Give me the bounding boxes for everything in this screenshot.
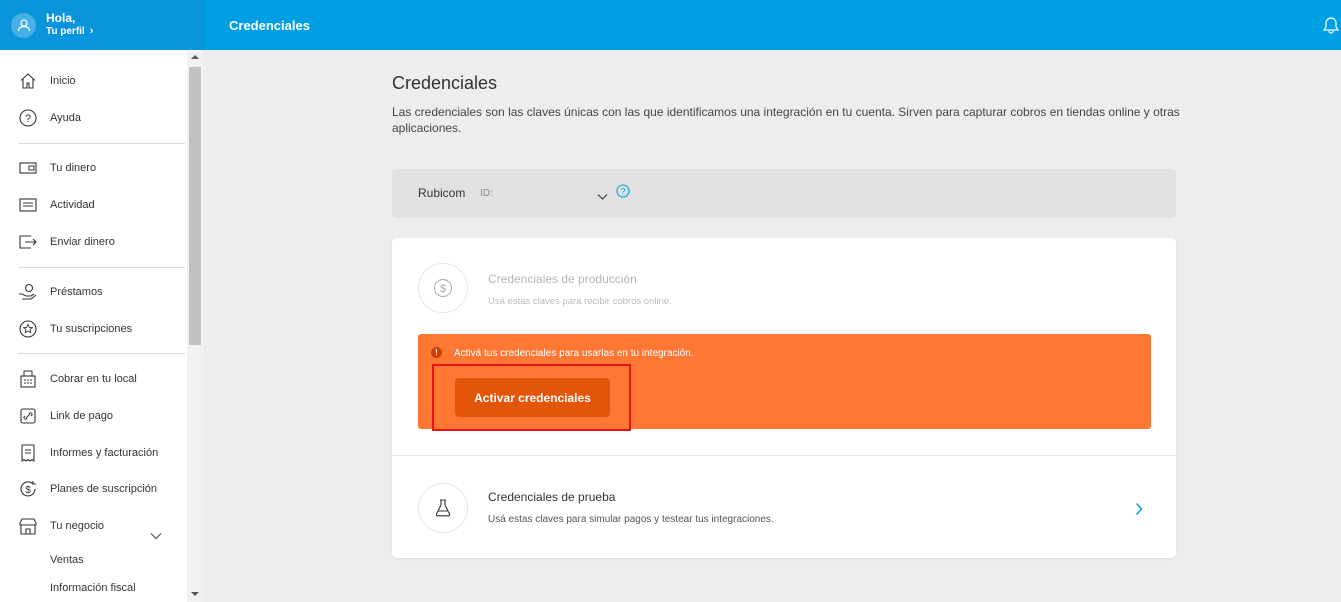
bell-icon[interactable] (1322, 16, 1340, 39)
sidebar-scrollbar[interactable] (187, 51, 203, 602)
receipt-icon (18, 443, 38, 463)
sidebar-item-actividad[interactable]: Actividad (18, 193, 95, 217)
production-subtitle: Usá estas claves para recibir cobros onl… (488, 296, 672, 307)
send-icon (18, 232, 38, 252)
sidebar-item-label: Tu suscripciones (50, 323, 133, 335)
sidebar-subitem-informacion-fiscal[interactable]: Información fiscal (50, 582, 136, 594)
sidebar-divider (18, 267, 185, 268)
sidebar-item-informes[interactable]: Informes y facturación (18, 441, 158, 465)
scroll-up-arrow-icon[interactable] (187, 54, 203, 64)
svg-text:$: $ (440, 283, 446, 295)
sidebar-item-label: Tu negocio (50, 520, 105, 532)
chevron-down-icon[interactable] (150, 527, 162, 545)
top-bar: Credenciales (203, 0, 1341, 50)
sidebar-divider (18, 353, 185, 354)
sidebar-item-label: Ayuda (50, 112, 81, 124)
store-icon (18, 516, 38, 536)
sidebar-item-enviar-dinero[interactable]: Enviar dinero (18, 230, 115, 254)
svg-text:?: ? (620, 187, 625, 197)
profile-header[interactable]: Hola, Tu perfil › (0, 0, 203, 50)
sidebar-item-label: Informes y facturación (50, 447, 159, 459)
chevron-right-icon: › (89, 25, 94, 37)
sidebar-item-inicio[interactable]: Inicio (18, 69, 76, 93)
flask-icon (418, 483, 468, 533)
annotation-highlight-box (432, 364, 631, 431)
account-id-label: ID: (480, 188, 493, 199)
test-subtitle: Usá estas claves para simular pagos y te… (488, 514, 774, 525)
test-title: Credenciales de prueba (488, 490, 616, 504)
sidebar-item-label: Link de pago (50, 410, 113, 422)
scroll-down-arrow-icon[interactable] (187, 591, 203, 601)
sidebar-item-label: Actividad (50, 199, 95, 211)
warning-text: Activá tus credenciales para usarlas en … (454, 348, 694, 359)
page-title: Credenciales (392, 73, 498, 93)
loan-hand-icon (18, 282, 38, 302)
sidebar-item-label: Planes de suscripción (50, 483, 158, 495)
list-icon (18, 195, 38, 215)
sidebar-item-prestamos[interactable]: Préstamos (18, 280, 103, 304)
dollar-cycle-icon: $ (18, 479, 38, 499)
production-title: Credenciales de producción (488, 272, 637, 286)
sidebar-item-planes[interactable]: $ Planes de suscripción (18, 477, 157, 501)
account-name: Rubicom (418, 186, 466, 200)
svg-text:?: ? (25, 113, 31, 125)
sidebar-item-label: Tu dinero (50, 162, 97, 174)
sidebar-item-tu-dinero[interactable]: Tu dinero (18, 156, 96, 180)
sidebar-nav: Inicio ? Ayuda Tu dinero Actividad Envia… (0, 51, 186, 602)
page-description: Las credenciales son las claves únicas c… (392, 105, 1180, 135)
wallet-icon (18, 158, 38, 178)
scrollbar-thumb[interactable] (189, 67, 201, 345)
sidebar: Hola, Tu perfil › Inicio ? Ayuda Tu dine… (0, 0, 203, 602)
svg-text:$: $ (25, 485, 31, 496)
account-selector[interactable]: Rubicom ID: ? (392, 169, 1176, 218)
sidebar-item-link-de-pago[interactable]: Link de pago (18, 404, 113, 428)
profile-link-label: Tu perfil (46, 26, 85, 37)
link-icon (18, 406, 38, 426)
help-icon: ? (18, 108, 38, 128)
sidebar-item-suscripciones[interactable]: Tu suscripciones (18, 317, 132, 341)
topbar-title: Credenciales (229, 18, 310, 33)
profile-link[interactable]: Tu perfil › (46, 25, 93, 38)
sidebar-item-label: Enviar dinero (50, 236, 115, 248)
register-icon (18, 369, 38, 389)
dollar-circle-icon: $ (418, 263, 468, 313)
sidebar-item-ayuda[interactable]: ? Ayuda (18, 106, 81, 130)
sidebar-item-cobrar-local[interactable]: Cobrar en tu local (18, 367, 137, 391)
star-badge-icon (18, 319, 38, 339)
sidebar-divider (18, 143, 185, 144)
sidebar-subitem-ventas[interactable]: Ventas (50, 554, 84, 566)
sidebar-item-label: Cobrar en tu local (50, 373, 137, 385)
sidebar-item-label: Préstamos (50, 286, 103, 298)
chevron-down-icon[interactable] (597, 188, 608, 206)
chevron-right-icon[interactable] (1135, 502, 1143, 521)
profile-greeting: Hola, (46, 11, 76, 25)
user-avatar-icon (11, 12, 36, 38)
help-circle-icon[interactable]: ? (616, 184, 630, 203)
card-divider (392, 455, 1176, 456)
sidebar-item-label: Inicio (50, 75, 76, 87)
home-icon (18, 71, 38, 91)
alert-icon: ! (431, 347, 442, 358)
sidebar-item-tu-negocio[interactable]: Tu negocio (18, 514, 104, 538)
